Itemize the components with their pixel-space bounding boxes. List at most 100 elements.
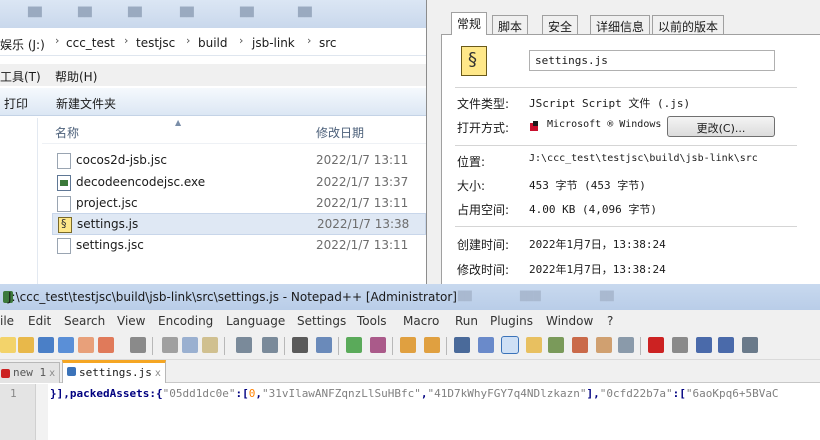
undo-icon[interactable] bbox=[236, 337, 252, 353]
explorer-toolbar: 打印 新建文件夹 bbox=[0, 88, 430, 116]
line-number-gutter: 1 bbox=[0, 384, 36, 440]
created-value: 2022年1月7日，13:38:24 bbox=[529, 238, 666, 251]
menu-view[interactable]: View bbox=[117, 314, 145, 328]
notepad-title-bar[interactable]: J:\ccc_test\testjsc\build\jsb-link\src\s… bbox=[0, 284, 820, 310]
explorer-menubar: 工具(T) 帮助(H) bbox=[0, 64, 430, 86]
breadcrumb-ccc-test[interactable]: ccc_test bbox=[66, 36, 115, 50]
notepad-toolbar bbox=[0, 332, 820, 360]
menu-help[interactable]: 帮助(H) bbox=[55, 68, 97, 85]
folder-workspace-icon[interactable] bbox=[596, 337, 612, 353]
redo-icon[interactable] bbox=[262, 337, 278, 353]
user-language-icon[interactable] bbox=[526, 337, 542, 353]
menu-tools[interactable]: 工具(T) bbox=[0, 68, 41, 85]
tab-general[interactable]: 常规 bbox=[451, 12, 488, 35]
playback-icon[interactable] bbox=[696, 337, 712, 353]
new-folder-button[interactable]: 新建文件夹 bbox=[56, 95, 116, 112]
properties-dialog: 常规 脚本 安全 详细信息 以前的版本 settings.js 文件类型: JS… bbox=[426, 0, 820, 292]
sync-vertical-icon[interactable] bbox=[400, 337, 416, 353]
file-row-selected[interactable]: settings.js 2022/1/7 13:38 bbox=[52, 213, 426, 235]
divider bbox=[455, 226, 797, 227]
menu-settings[interactable]: Settings bbox=[297, 314, 346, 328]
saved-icon bbox=[67, 367, 76, 376]
size-on-disk-value: 4.00 KB (4,096 字节) bbox=[529, 203, 657, 216]
close-all-icon[interactable] bbox=[98, 337, 114, 353]
print-icon[interactable] bbox=[130, 337, 146, 353]
save-all-icon[interactable] bbox=[58, 337, 74, 353]
breadcrumb-separator-icon[interactable]: › bbox=[124, 34, 128, 47]
file-date: 2022/1/7 13:37 bbox=[316, 175, 409, 189]
code-line[interactable]: }],packedAssets:{"05dd1dc0e":[0,"31vIlaw… bbox=[50, 387, 820, 400]
menu-tools[interactable]: Tools bbox=[357, 314, 387, 328]
close-tab-icon[interactable]: x bbox=[49, 368, 55, 379]
breadcrumb-jsb-link[interactable]: jsb-link bbox=[252, 36, 295, 50]
modified-value: 2022年1月7日，13:38:24 bbox=[529, 263, 666, 276]
tab-new-1[interactable]: new 1x bbox=[0, 362, 61, 383]
close-tab-icon[interactable]: x bbox=[155, 368, 161, 379]
file-date: 2022/1/7 13:11 bbox=[316, 238, 409, 252]
breadcrumb-drive[interactable]: 娱乐 (J:) bbox=[0, 36, 45, 53]
run-macro-multiple-icon[interactable] bbox=[718, 337, 734, 353]
word-wrap-icon[interactable] bbox=[454, 337, 470, 353]
breadcrumb-separator-icon[interactable]: › bbox=[307, 34, 311, 47]
tab-previous-versions[interactable]: 以前的版本 bbox=[652, 15, 725, 35]
blank-file-icon bbox=[57, 238, 71, 254]
save-icon[interactable] bbox=[38, 337, 54, 353]
replace-icon[interactable] bbox=[316, 337, 332, 353]
stop-recording-icon[interactable] bbox=[672, 337, 688, 353]
navigation-pane[interactable] bbox=[0, 118, 38, 290]
filename-field[interactable]: settings.js bbox=[529, 50, 775, 71]
save-macro-icon[interactable] bbox=[742, 337, 758, 353]
zoom-out-icon[interactable] bbox=[370, 337, 386, 353]
exe-file-icon bbox=[57, 175, 71, 191]
change-button[interactable]: 更改(C)... bbox=[667, 116, 775, 137]
column-name[interactable]: 名称 bbox=[55, 124, 79, 141]
menu-macro[interactable]: Macro bbox=[403, 314, 439, 328]
monitoring-icon[interactable] bbox=[618, 337, 634, 353]
address-bar[interactable]: 娱乐 (J:) › ccc_test › testjsc › build › j… bbox=[0, 30, 430, 56]
explorer-top-strip: ██ ██ ██ ██ ██ ██ bbox=[0, 0, 430, 28]
menu-run[interactable]: Run bbox=[455, 314, 478, 328]
file-date: 2022/1/7 13:11 bbox=[316, 196, 409, 210]
file-row[interactable]: settings.jsc 2022/1/7 13:11 bbox=[52, 235, 426, 257]
tab-security[interactable]: 安全 bbox=[542, 15, 579, 35]
menu-file[interactable]: ile bbox=[0, 314, 14, 328]
fold-margin[interactable] bbox=[36, 384, 48, 440]
paste-icon[interactable] bbox=[202, 337, 218, 353]
tab-details[interactable]: 详细信息 bbox=[590, 15, 651, 35]
open-file-icon[interactable] bbox=[18, 337, 34, 353]
tab-script[interactable]: 脚本 bbox=[492, 15, 529, 35]
new-file-icon[interactable] bbox=[0, 337, 16, 353]
show-all-characters-icon[interactable] bbox=[478, 337, 494, 353]
breadcrumb-separator-icon[interactable]: › bbox=[186, 34, 190, 47]
menu-search[interactable]: Search bbox=[64, 314, 105, 328]
menu-language[interactable]: Language bbox=[226, 314, 285, 328]
menu-plugins[interactable]: Plugins bbox=[490, 314, 533, 328]
find-icon[interactable] bbox=[292, 337, 308, 353]
sync-horizontal-icon[interactable] bbox=[424, 337, 440, 353]
code-editor[interactable]: 1 }],packedAssets:{"05dd1dc0e":[0,"31vIl… bbox=[0, 384, 820, 440]
file-row[interactable]: cocos2d-jsb.jsc 2022/1/7 13:11 bbox=[52, 150, 426, 172]
breadcrumb-build[interactable]: build bbox=[198, 36, 228, 50]
menu-encoding[interactable]: Encoding bbox=[158, 314, 213, 328]
breadcrumb-testjsc[interactable]: testjsc bbox=[136, 36, 175, 50]
record-macro-icon[interactable] bbox=[648, 337, 664, 353]
menu-window[interactable]: Window bbox=[546, 314, 593, 328]
menu-edit[interactable]: Edit bbox=[28, 314, 51, 328]
tab-settings-js[interactable]: settings.js x bbox=[62, 360, 166, 383]
breadcrumb-separator-icon[interactable]: › bbox=[55, 34, 59, 47]
file-row[interactable]: project.jsc 2022/1/7 13:11 bbox=[52, 193, 426, 215]
column-header: ▲ 名称 修改日期 bbox=[42, 118, 430, 144]
print-button[interactable]: 打印 bbox=[4, 95, 28, 112]
file-row[interactable]: decodeencodejsc.exe 2022/1/7 13:37 bbox=[52, 172, 426, 194]
indent-guide-icon[interactable] bbox=[501, 336, 519, 354]
close-icon[interactable] bbox=[78, 337, 94, 353]
document-map-icon[interactable] bbox=[548, 337, 564, 353]
function-list-icon[interactable] bbox=[572, 337, 588, 353]
zoom-in-icon[interactable] bbox=[346, 337, 362, 353]
menu-help[interactable]: ? bbox=[607, 314, 613, 328]
breadcrumb-src[interactable]: src bbox=[319, 36, 337, 50]
copy-icon[interactable] bbox=[182, 337, 198, 353]
cut-icon[interactable] bbox=[162, 337, 178, 353]
breadcrumb-separator-icon[interactable]: › bbox=[239, 34, 243, 47]
column-modified[interactable]: 修改日期 bbox=[316, 124, 364, 141]
